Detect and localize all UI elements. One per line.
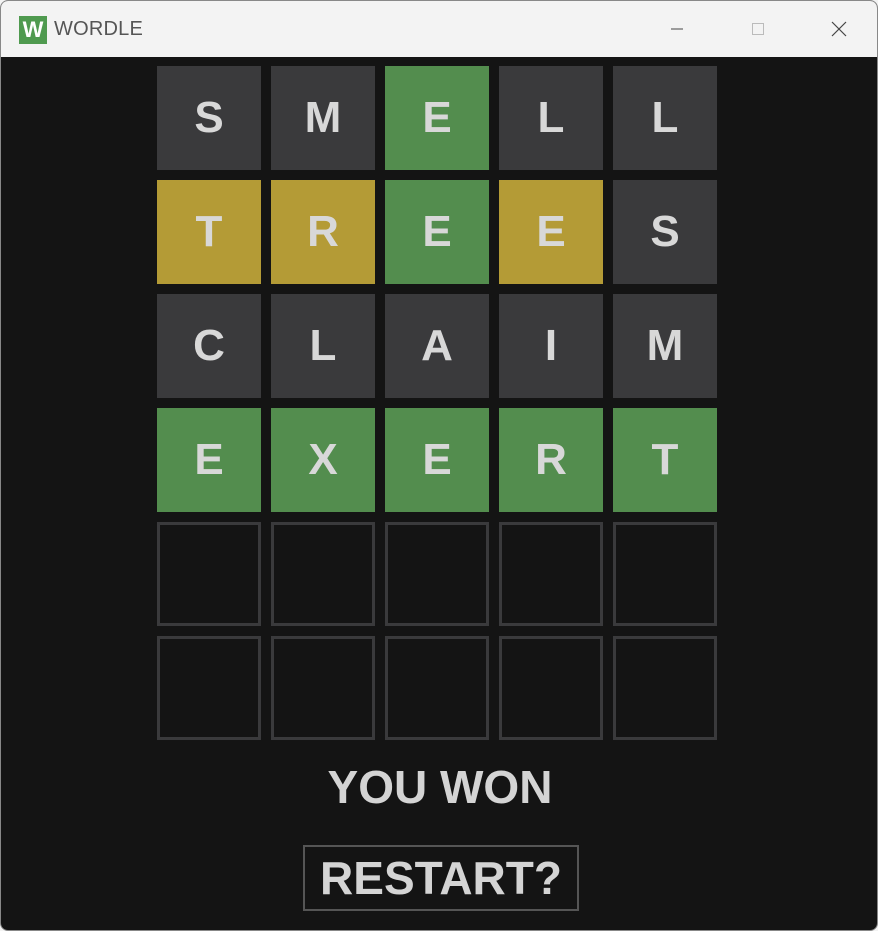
letter-tile (613, 636, 717, 740)
letter-tile: M (613, 294, 717, 398)
board-row (157, 522, 720, 626)
letter-tile (499, 636, 603, 740)
letter-tile: L (499, 66, 603, 170)
letter-tile (385, 636, 489, 740)
board-row (157, 636, 720, 740)
letter-tile: M (271, 66, 375, 170)
maximize-button[interactable] (718, 1, 798, 57)
letter-tile: R (271, 180, 375, 284)
app-window: W WORDLE S M E L L T R E E S C L A I M E… (0, 0, 878, 931)
letter-tile (271, 636, 375, 740)
letter-tile: I (499, 294, 603, 398)
letter-tile: E (157, 408, 261, 512)
minimize-icon (671, 28, 683, 30)
letter-tile: E (385, 180, 489, 284)
window-title: WORDLE (54, 18, 143, 40)
game-board: S M E L L T R E E S C L A I M E X E R T (157, 66, 720, 750)
restart-button[interactable]: RESTART? (303, 845, 579, 911)
minimize-button[interactable] (637, 1, 717, 57)
letter-tile (157, 522, 261, 626)
letter-tile (157, 636, 261, 740)
letter-tile: L (613, 66, 717, 170)
letter-tile (613, 522, 717, 626)
result-message: YOU WON (327, 761, 553, 813)
letter-tile: C (157, 294, 261, 398)
wordle-logo-icon: W (19, 16, 47, 44)
letter-tile: X (271, 408, 375, 512)
letter-tile: E (385, 66, 489, 170)
letter-tile: S (613, 180, 717, 284)
letter-tile: E (385, 408, 489, 512)
letter-tile: A (385, 294, 489, 398)
game-area: S M E L L T R E E S C L A I M E X E R T … (5, 57, 875, 928)
board-row: C L A I M (157, 294, 720, 398)
close-icon (831, 21, 847, 37)
letter-tile (499, 522, 603, 626)
letter-tile (271, 522, 375, 626)
title-bar[interactable]: W WORDLE (1, 1, 877, 57)
board-row: T R E E S (157, 180, 720, 284)
letter-tile: L (271, 294, 375, 398)
maximize-icon (752, 23, 764, 35)
letter-tile: T (613, 408, 717, 512)
letter-tile (385, 522, 489, 626)
letter-tile: E (499, 180, 603, 284)
letter-tile: S (157, 66, 261, 170)
letter-tile: R (499, 408, 603, 512)
close-button[interactable] (799, 1, 877, 57)
board-row: E X E R T (157, 408, 720, 512)
board-row: S M E L L (157, 66, 720, 170)
letter-tile: T (157, 180, 261, 284)
